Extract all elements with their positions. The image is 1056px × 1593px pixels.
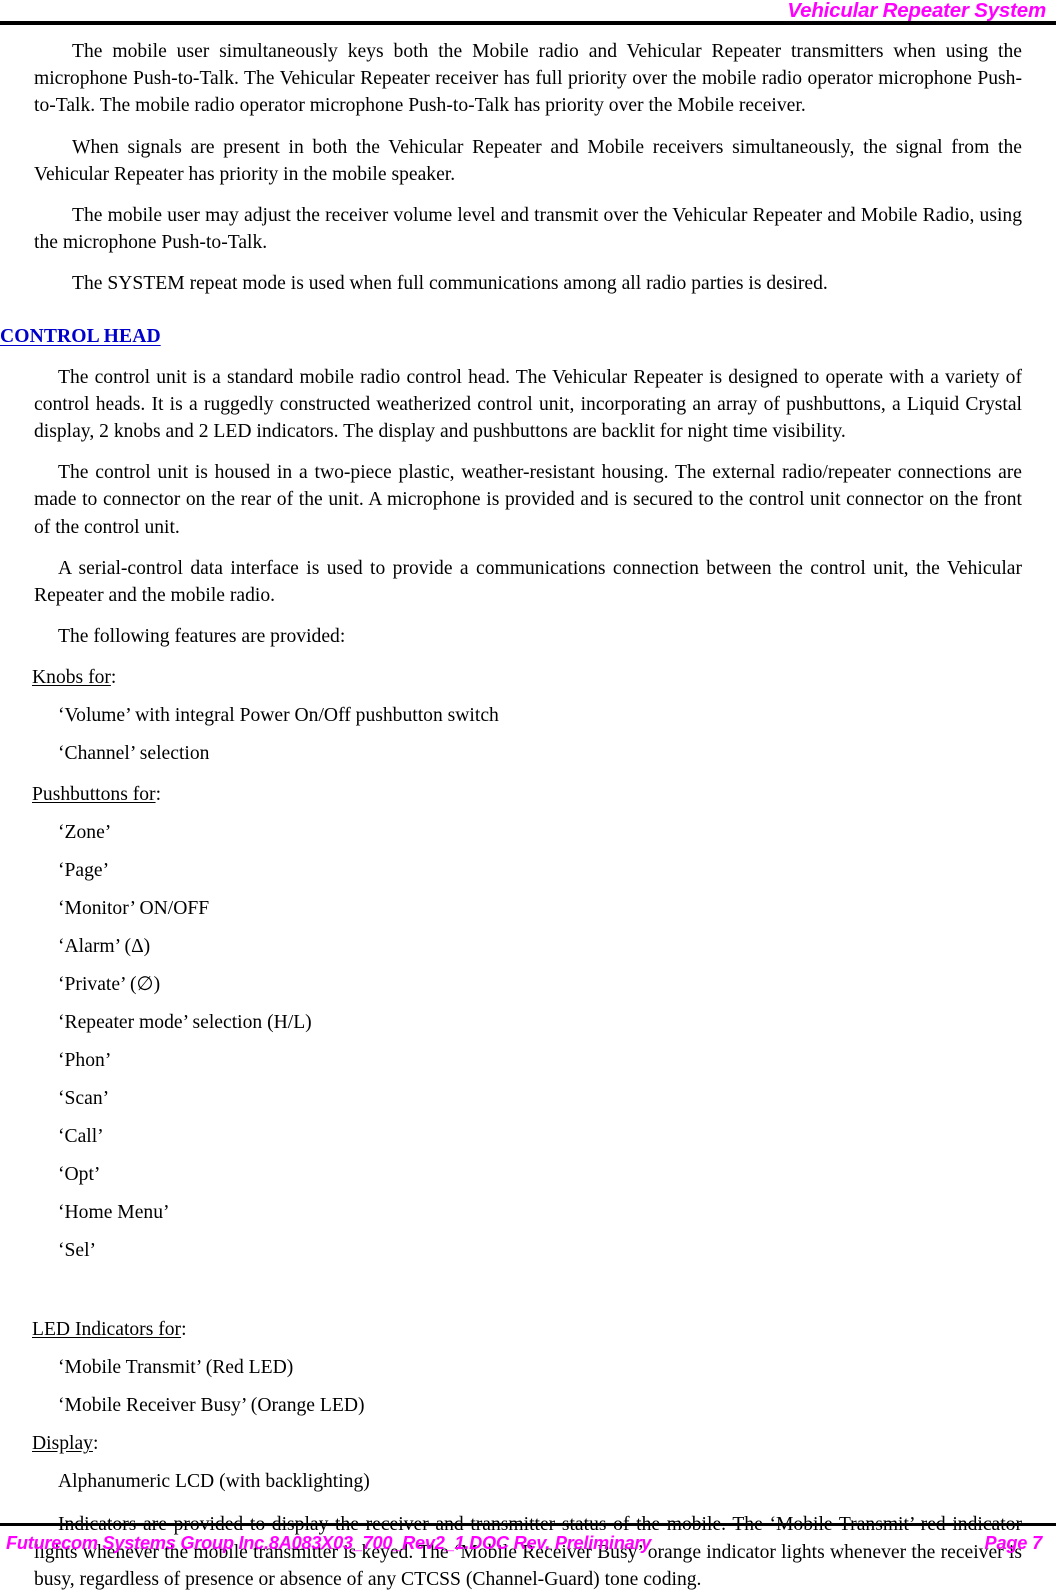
subsection-label-knobs: Knobs for: — [32, 664, 1022, 691]
list-item: ‘Call’ — [58, 1126, 104, 1148]
subsection-label-colon: : — [110, 667, 117, 689]
list-item: ‘Home Menu’ — [58, 1202, 170, 1224]
subsection-label-text: LED Indicators for — [32, 1319, 182, 1341]
subsection-label-colon: : — [155, 784, 162, 806]
list-item: ‘Zone’ — [58, 822, 112, 844]
section-heading-wrap: CONTROL HEAD — [0, 324, 1022, 350]
list-item: Alphanumeric LCD (with backlighting) — [58, 1471, 370, 1493]
list-item: ‘Channel’ selection — [58, 743, 210, 765]
paragraph: The control unit is housed in a two-piec… — [34, 462, 1022, 538]
subsection-label-text: Pushbuttons for — [32, 784, 156, 806]
list-item: ‘Alarm’ (Δ) — [58, 936, 151, 958]
footer-divider — [0, 1523, 1056, 1526]
subsection-label-text: Display — [32, 1433, 93, 1455]
list-item: ‘Page’ — [58, 860, 110, 882]
list-item: ‘Opt’ — [58, 1164, 101, 1186]
list-item: ‘Phon’ — [58, 1050, 112, 1072]
list-item: ‘Scan’ — [58, 1088, 110, 1110]
section-heading-control-head: CONTROL HEAD — [0, 325, 161, 347]
paragraph: The following features are provided: — [58, 626, 346, 648]
document-page: Vehicular Repeater System The mobile use… — [0, 0, 1056, 1590]
page-header: Vehicular Repeater System — [0, 0, 1056, 25]
paragraph: A serial-control data interface is used … — [34, 557, 1022, 607]
list-item: ‘Mobile Transmit’ (Red LED) — [58, 1357, 294, 1379]
paragraph: The mobile user simultaneously keys both… — [34, 41, 1022, 117]
paragraph: The mobile user may adjust the receiver … — [34, 205, 1022, 254]
list-item: ‘Sel’ — [58, 1240, 97, 1262]
list-item: ‘Monitor’ ON/OFF — [58, 898, 210, 920]
document-content: The mobile user simultaneously keys both… — [0, 38, 1022, 1593]
subsection-label-led-indicators: LED Indicators for: — [32, 1316, 1022, 1343]
subsection-label-display: Display: — [32, 1430, 1022, 1457]
page-footer: Futurecom Systems Group Inc.8A083X03_700… — [0, 1511, 1056, 1569]
footer-page-number: Page 7 — [984, 1533, 1043, 1553]
list-item: ‘Volume’ with integral Power On/Off push… — [58, 705, 499, 727]
paragraph: The SYSTEM repeat mode is used when full… — [72, 273, 828, 295]
subsection-label-pushbuttons: Pushbuttons for: — [32, 781, 1022, 808]
subsection-label-text: Knobs for — [32, 667, 111, 689]
paragraph: The control unit is a standard mobile ra… — [34, 366, 1022, 443]
list-item: ‘Repeater mode’ selection (H/L) — [58, 1012, 312, 1034]
subsection-label-colon: : — [92, 1433, 99, 1455]
paragraph: When signals are present in both the Veh… — [34, 136, 1022, 185]
list-item: ‘Private’ (∅) — [58, 974, 161, 996]
subsection-label-colon: : — [181, 1319, 187, 1341]
footer-document-id: Futurecom Systems Group Inc.8A083X03_700… — [6, 1533, 652, 1553]
header-divider — [0, 21, 1056, 25]
header-title: Vehicular Repeater System — [787, 0, 1046, 22]
list-item: ‘Mobile Receiver Busy’ (Orange LED) — [58, 1395, 365, 1417]
